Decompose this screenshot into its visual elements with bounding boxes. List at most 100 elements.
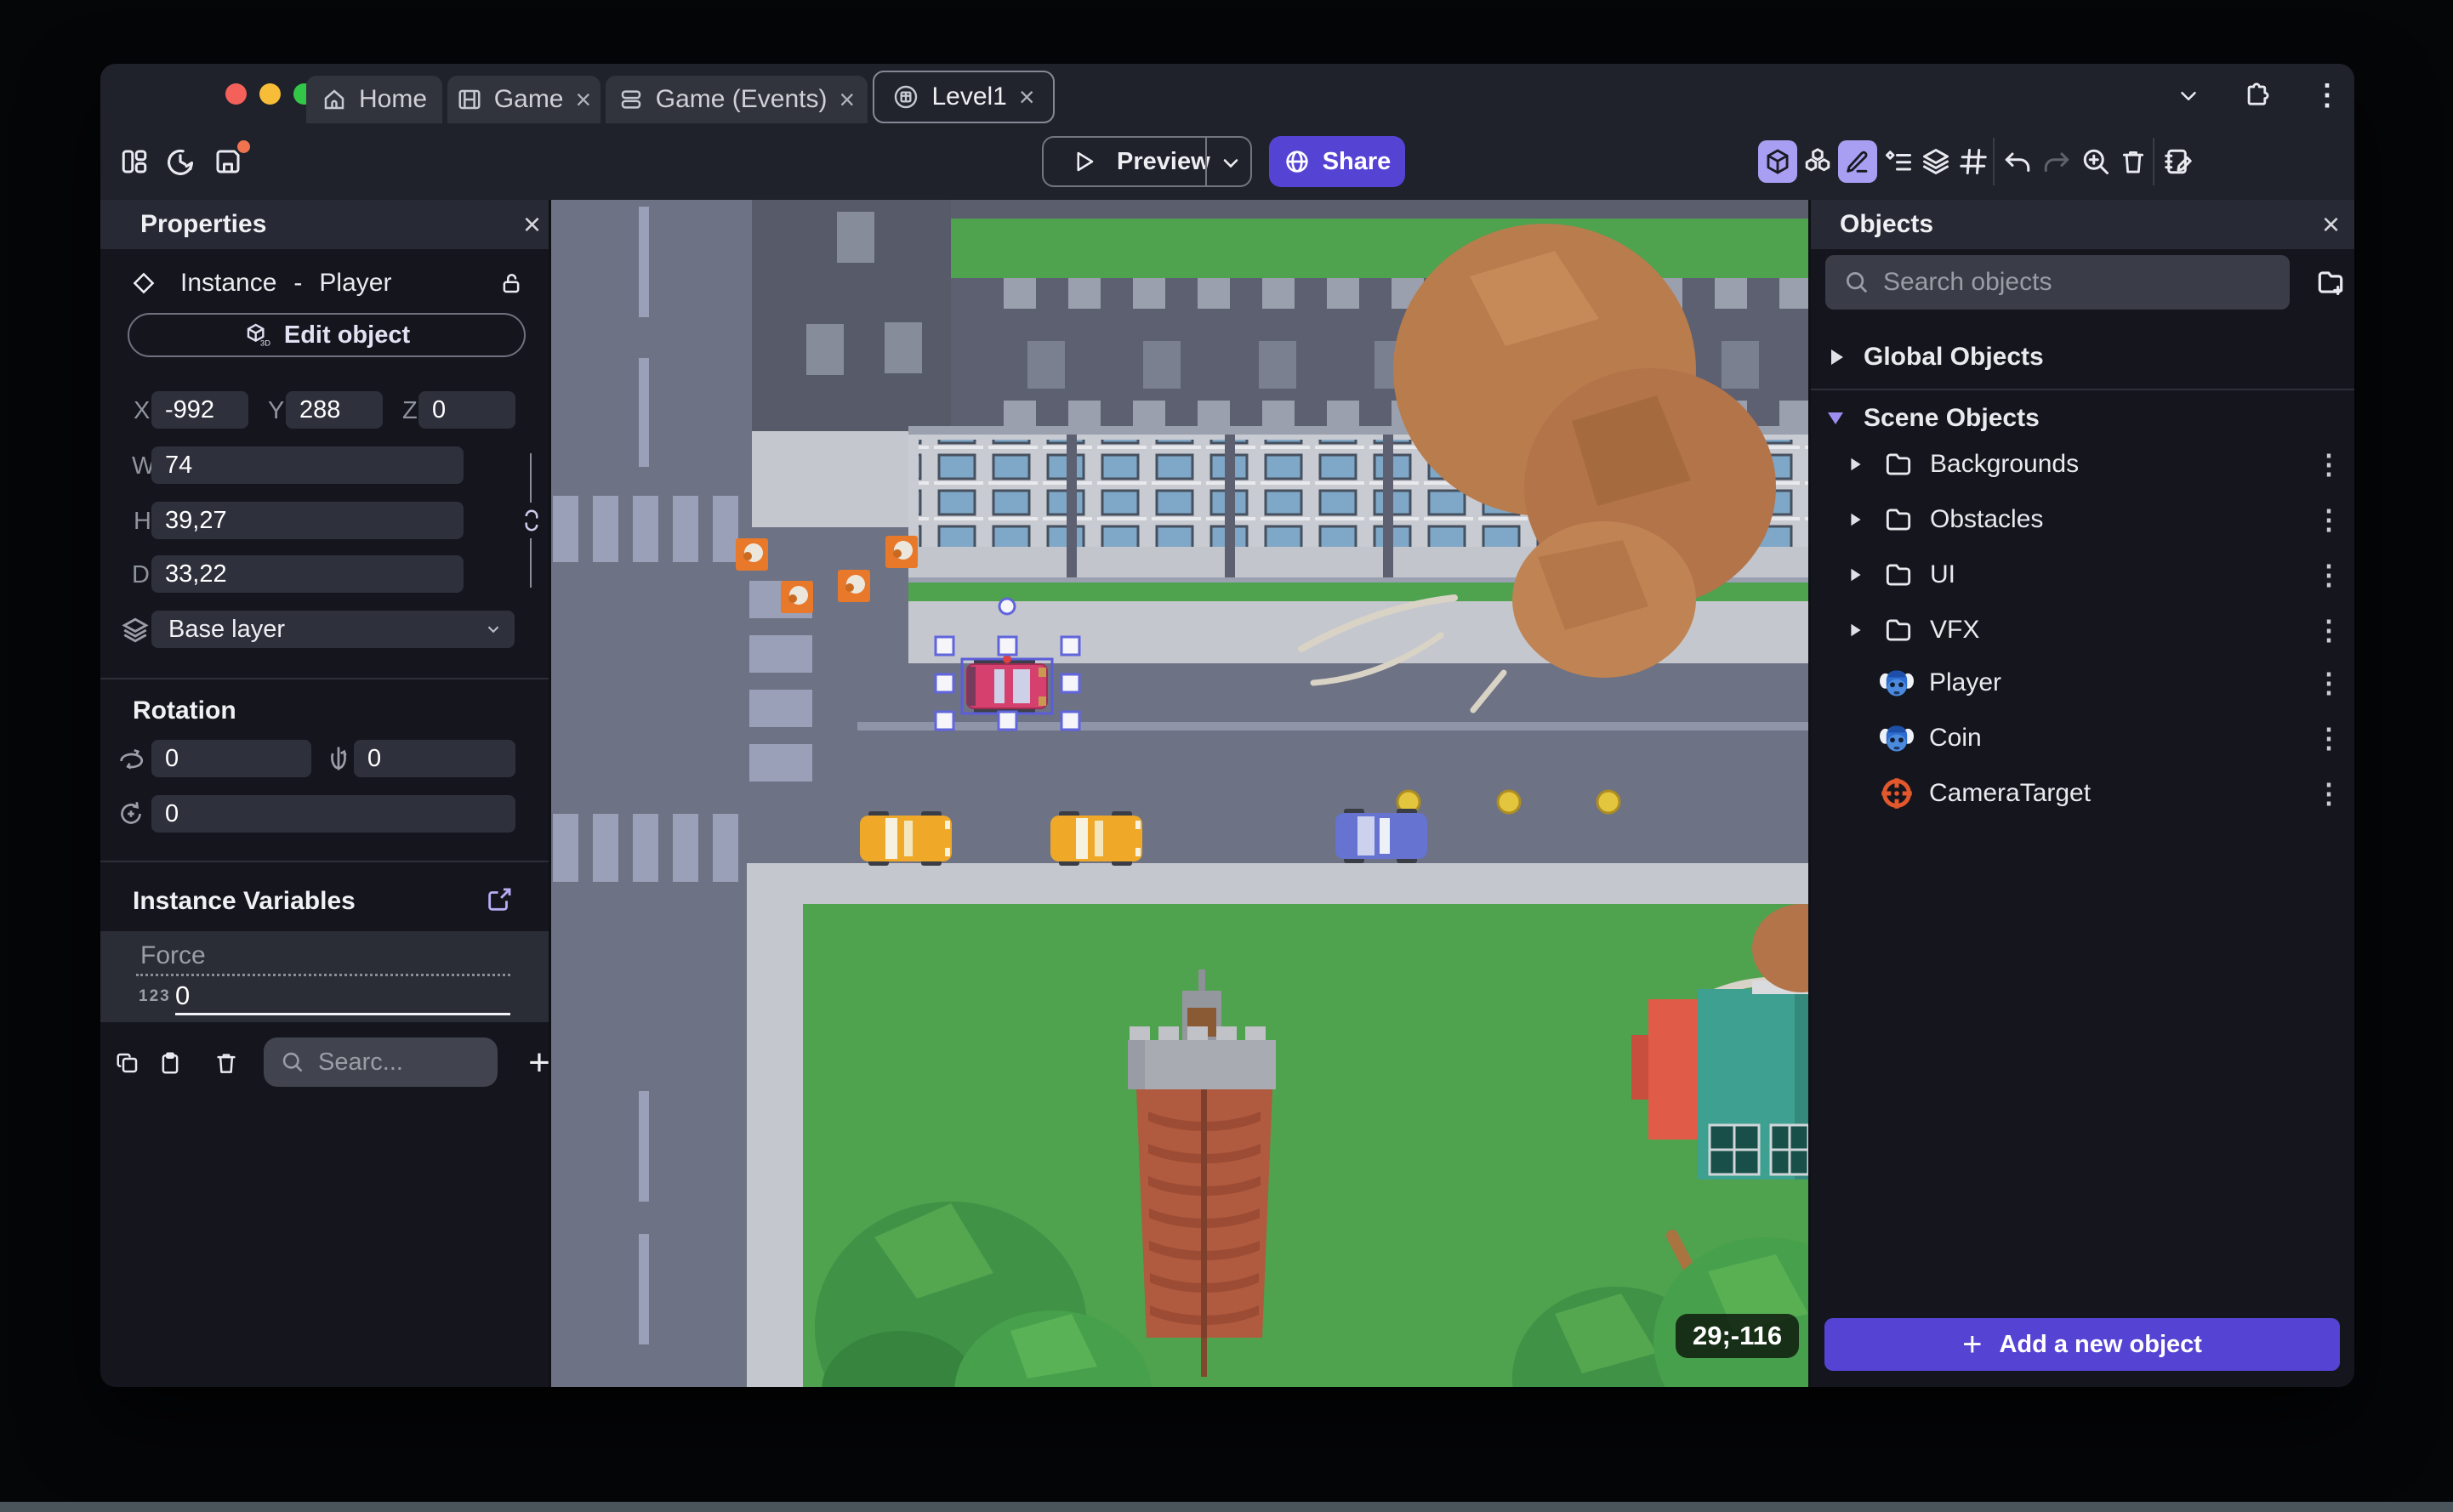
folder-row-backgrounds[interactable]: Backgrounds ⋮ (1811, 437, 2354, 492)
object-row-cameratarget[interactable]: CameraTarget ⋮ (1811, 766, 2354, 821)
rotation-x-input[interactable] (151, 740, 311, 777)
kebab-icon[interactable]: ⋮ (2315, 448, 2342, 480)
folder-row-vfx[interactable]: VFX ⋮ (1811, 603, 2354, 657)
y-input[interactable] (286, 391, 383, 429)
cube-3d-icon: 3D (247, 323, 270, 348)
extensions-button[interactable] (2240, 77, 2275, 113)
variable-name-underline (136, 974, 510, 976)
kebab-icon[interactable]: ⋮ (2315, 503, 2342, 536)
height-input[interactable] (151, 502, 464, 539)
z-label: Z (402, 397, 418, 424)
add-object-label: Add a new object (1999, 1330, 2202, 1358)
lock-instance-button[interactable] (494, 266, 528, 300)
undo-button[interactable] (1999, 140, 2036, 183)
history-button[interactable] (162, 143, 199, 180)
share-button[interactable]: Share (1269, 136, 1405, 187)
plus-icon: + (1962, 1325, 1983, 1363)
folder-row-obstacles[interactable]: Obstacles ⋮ (1811, 492, 2354, 547)
edit-object-button[interactable]: 3D Edit object (128, 313, 526, 357)
paste-variable-button[interactable] (153, 1046, 187, 1080)
edit-mode-button[interactable] (1838, 140, 1877, 183)
rotation-y-input[interactable] (354, 740, 515, 777)
copy-variable-button[interactable] (111, 1046, 145, 1080)
close-tab-icon[interactable]: × (1019, 83, 1035, 111)
film-icon (458, 89, 481, 110)
objects-view-button[interactable] (1798, 140, 1837, 183)
instance-object-name: Player (319, 269, 392, 297)
external-link-icon[interactable] (485, 885, 514, 914)
preview-button[interactable]: Preview (1042, 136, 1252, 187)
kebab-icon[interactable]: ⋮ (2315, 777, 2342, 810)
folder-plus-icon (2318, 271, 2343, 296)
width-input[interactable] (151, 446, 464, 484)
add-new-object-button[interactable]: + Add a new object (1824, 1318, 2340, 1371)
window-menu-button[interactable]: ⋮ (2310, 77, 2344, 113)
rotation-handle[interactable] (998, 597, 1016, 616)
close-tab-icon[interactable]: × (839, 86, 856, 113)
close-panel-icon[interactable]: × (523, 207, 541, 242)
tab-label: Home (358, 85, 428, 113)
close-panel-icon[interactable]: × (2322, 207, 2340, 242)
blue-car[interactable] (1335, 809, 1427, 863)
monkey-object-icon (1880, 725, 1914, 752)
scene-objects-section[interactable]: Scene Objects (1811, 397, 2354, 440)
toggle-3d-view-button[interactable] (1758, 140, 1797, 183)
objects-search[interactable] (1825, 255, 2290, 310)
variable-name[interactable]: Force (140, 941, 206, 970)
zoom-button[interactable] (2077, 140, 2114, 183)
variable-value[interactable]: 0 (175, 981, 190, 1011)
kebab-icon[interactable]: ⋮ (2315, 722, 2342, 754)
selected-player-instance[interactable] (966, 660, 1048, 713)
tab-game[interactable]: Game × (447, 76, 600, 123)
layer-select[interactable]: Base layer (151, 611, 515, 648)
x-input[interactable] (151, 391, 248, 429)
collapse-chevron-button[interactable] (2171, 79, 2205, 113)
desktop-edge (0, 1502, 2453, 1512)
window-minimize-button[interactable] (259, 83, 281, 105)
delete-variable-button[interactable] (209, 1046, 243, 1080)
yellow-car[interactable] (860, 811, 952, 866)
variable-value-underline (175, 1013, 510, 1015)
delete-button[interactable] (2114, 140, 2152, 183)
layout-panels-button[interactable] (116, 143, 153, 180)
add-folder-button[interactable] (2311, 263, 2350, 302)
chevron-down-icon (2181, 92, 2196, 100)
close-tab-icon[interactable]: × (576, 86, 592, 113)
rotation-z-input[interactable] (151, 795, 515, 833)
kebab-icon[interactable]: ⋮ (2315, 614, 2342, 646)
tab-game-events[interactable]: Game (Events) × (606, 76, 868, 123)
z-input[interactable] (418, 391, 515, 429)
scene-canvas[interactable]: 29;-116 (551, 200, 1878, 1387)
variables-search[interactable] (264, 1037, 498, 1087)
redo-button[interactable] (2038, 140, 2075, 183)
tab-home[interactable]: Home (306, 76, 442, 123)
object-row-coin[interactable]: Coin ⋮ (1811, 711, 2354, 765)
link-size-icon[interactable] (521, 508, 543, 533)
folder-row-ui[interactable]: UI ⋮ (1811, 548, 2354, 602)
panels-icon (122, 150, 147, 173)
yellow-car[interactable] (1050, 811, 1142, 866)
tab-level1[interactable]: Level1 × (873, 71, 1055, 123)
kebab-icon[interactable]: ⋮ (2315, 559, 2342, 591)
chevron-down-icon[interactable] (1219, 151, 1243, 175)
zoom-in-icon (2083, 149, 2109, 174)
crosshair-object-icon (1881, 778, 1912, 809)
window-close-button[interactable] (225, 83, 247, 105)
variables-search-input[interactable] (316, 1047, 464, 1077)
instance-title-row: Instance - Player (100, 266, 549, 300)
instances-list-button[interactable] (1880, 140, 1917, 183)
global-objects-section[interactable]: Global Objects (1811, 336, 2354, 378)
scene-properties-button[interactable] (2159, 140, 2198, 183)
variable-row[interactable]: Force 123 0 (100, 931, 549, 1022)
object-row-player[interactable]: Player ⋮ (1811, 656, 2354, 710)
cursor-coordinates: 29;-116 (1693, 1321, 1783, 1350)
kebab-icon[interactable]: ⋮ (2315, 667, 2342, 699)
grid-button[interactable] (1955, 140, 1992, 183)
objects-search-input[interactable] (1881, 267, 2259, 298)
scene-render (551, 200, 1878, 1387)
layers-panel-button[interactable] (1917, 140, 1955, 183)
grid-icon (1960, 149, 1987, 174)
share-label: Share (1322, 147, 1392, 175)
depth-input[interactable] (151, 555, 464, 593)
instance-variables-header: Instance Variables (100, 880, 549, 919)
